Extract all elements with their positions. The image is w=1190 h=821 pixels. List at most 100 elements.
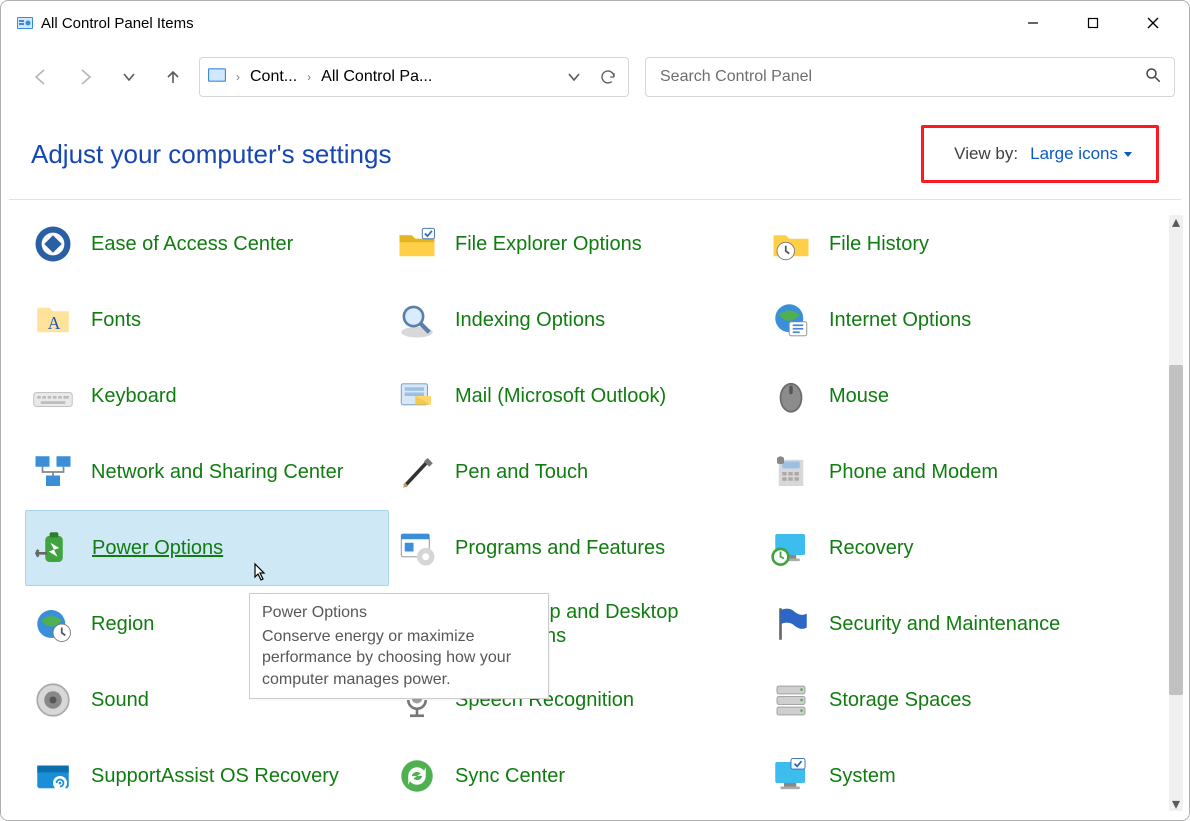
control-panel-item[interactable]: Power Options (25, 510, 389, 586)
control-panel-icon (17, 15, 33, 31)
svg-text:A: A (48, 313, 61, 333)
control-panel-item[interactable]: Phone and Modem (763, 434, 1137, 510)
item-label: Phone and Modem (829, 460, 998, 484)
titlebar: All Control Panel Items (1, 1, 1189, 45)
control-panel-item[interactable]: File Explorer Options (389, 206, 763, 282)
globe-icon (767, 296, 815, 344)
item-label: Sound (91, 688, 149, 712)
tooltip-body: Conserve energy or maximize performance … (262, 626, 536, 691)
control-panel-item[interactable]: Pen and Touch (389, 434, 763, 510)
viewby-value: Large icons (1030, 144, 1118, 164)
control-panel-item[interactable]: System (763, 738, 1137, 798)
system-icon (767, 752, 815, 798)
control-panel-item[interactable]: Recovery (763, 510, 1137, 586)
item-label: Storage Spaces (829, 688, 971, 712)
drives-icon (767, 676, 815, 724)
keyboard-icon (29, 372, 77, 420)
address-bar[interactable]: › Cont... › All Control Pa... (199, 57, 629, 97)
toolbar: › Cont... › All Control Pa... (1, 45, 1189, 107)
control-panel-item[interactable]: Security and Maintenance (763, 586, 1137, 662)
control-panel-item[interactable]: Indexing Options (389, 282, 763, 358)
breadcrumb-part[interactable]: All Control Pa... (321, 68, 432, 86)
item-label: File Explorer Options (455, 232, 642, 256)
up-button[interactable] (155, 59, 191, 95)
maximize-button[interactable] (1063, 1, 1123, 45)
mail-icon (393, 372, 441, 420)
control-panel-item[interactable]: SupportAssist OS Recovery (25, 738, 389, 798)
recovery-icon (767, 524, 815, 572)
control-panel-item[interactable]: Ease of Access Center (25, 206, 389, 282)
chevron-right-icon: › (307, 70, 311, 84)
sync-icon (393, 752, 441, 798)
pen-icon (393, 448, 441, 496)
window-title: All Control Panel Items (41, 15, 194, 32)
address-dropdown-button[interactable] (562, 65, 586, 89)
item-label: Mouse (829, 384, 889, 408)
tooltip-title: Power Options (262, 602, 536, 624)
scroll-down-icon[interactable]: ▾ (1169, 797, 1183, 811)
items-grid: Ease of Access Center File Explorer Opti… (1, 200, 1189, 798)
page-title: Adjust your computer's settings (31, 139, 391, 170)
item-label: Mail (Microsoft Outlook) (455, 384, 666, 408)
item-label: Keyboard (91, 384, 177, 408)
region-icon (29, 600, 77, 648)
speaker-icon (29, 676, 77, 724)
scroll-thumb[interactable] (1169, 365, 1183, 695)
tooltip: Power Options Conserve energy or maximiz… (249, 593, 549, 699)
network-icon (29, 448, 77, 496)
item-label: Sync Center (455, 764, 565, 788)
item-label: SupportAssist OS Recovery (91, 764, 339, 788)
item-label: Pen and Touch (455, 460, 588, 484)
control-panel-icon (208, 66, 226, 89)
history-dropdown-button[interactable] (111, 59, 147, 95)
support-icon (29, 752, 77, 798)
item-label: File History (829, 232, 929, 256)
search-input[interactable] (658, 67, 1134, 87)
programs-icon (393, 524, 441, 572)
close-button[interactable] (1123, 1, 1183, 45)
item-label: Programs and Features (455, 536, 665, 560)
folder-check-icon (393, 220, 441, 268)
item-label: Recovery (829, 536, 913, 560)
folder-clock-icon (767, 220, 815, 268)
control-panel-item[interactable]: Sync Center (389, 738, 763, 798)
phone-icon (767, 448, 815, 496)
back-button[interactable] (23, 59, 59, 95)
control-panel-item[interactable]: A Fonts (25, 282, 389, 358)
control-panel-item[interactable]: Keyboard (25, 358, 389, 434)
scroll-up-icon[interactable]: ▴ (1169, 215, 1183, 229)
minimize-button[interactable] (1003, 1, 1063, 45)
fonts-icon: A (29, 296, 77, 344)
search-box[interactable] (645, 57, 1175, 97)
header-area: Adjust your computer's settings View by:… (1, 107, 1189, 199)
item-label: Indexing Options (455, 308, 605, 332)
chevron-down-icon (1124, 152, 1132, 160)
ease-of-access-icon (29, 220, 77, 268)
content-area: Ease of Access Center File Explorer Opti… (1, 200, 1189, 798)
control-panel-item[interactable]: Internet Options (763, 282, 1137, 358)
cursor-pointer-icon (247, 562, 271, 586)
magnifier-icon (393, 296, 441, 344)
chevron-right-icon: › (236, 70, 240, 84)
forward-button[interactable] (67, 59, 103, 95)
control-panel-item[interactable]: Mail (Microsoft Outlook) (389, 358, 763, 434)
mouse-icon (767, 372, 815, 420)
item-label: Power Options (92, 536, 223, 560)
vertical-scrollbar[interactable]: ▴ ▾ (1169, 215, 1183, 811)
item-label: Fonts (91, 308, 141, 332)
item-label: Ease of Access Center (91, 232, 293, 256)
item-label: Region (91, 612, 154, 636)
control-panel-item[interactable]: Mouse (763, 358, 1137, 434)
control-panel-item[interactable]: Storage Spaces (763, 662, 1137, 738)
control-panel-item[interactable]: File History (763, 206, 1137, 282)
breadcrumb-part[interactable]: Cont... (250, 68, 297, 86)
refresh-button[interactable] (596, 65, 620, 89)
viewby-label: View by: (954, 144, 1018, 164)
viewby-highlight: View by: Large icons (921, 125, 1159, 183)
viewby-dropdown[interactable]: Large icons (1030, 144, 1132, 164)
control-panel-item[interactable]: Network and Sharing Center (25, 434, 389, 510)
flag-icon (767, 600, 815, 648)
control-panel-item[interactable]: Programs and Features (389, 510, 763, 586)
search-icon[interactable] (1144, 66, 1162, 89)
item-label: Internet Options (829, 308, 971, 332)
